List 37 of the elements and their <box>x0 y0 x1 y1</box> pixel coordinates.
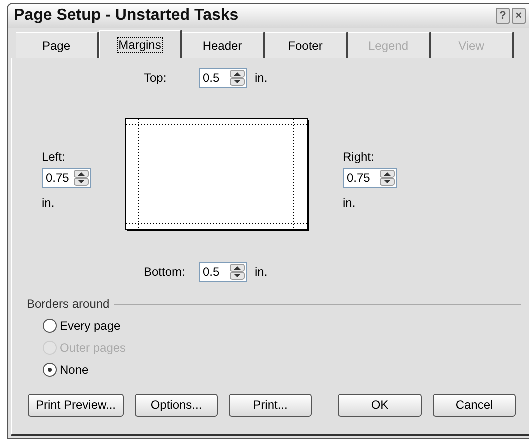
close-button[interactable]: × <box>512 8 526 24</box>
spin-arrows-icon[interactable] <box>230 264 245 280</box>
dialog-button[interactable]: Print Preview... <box>28 394 124 416</box>
radio-button[interactable] <box>43 363 57 377</box>
unit-label: in. <box>255 264 268 281</box>
field-value: 0.75 <box>45 170 70 187</box>
spin-field[interactable]: 0.75 <box>343 168 397 188</box>
field-value: 0.5 <box>202 70 221 87</box>
spin-field[interactable]: 0.5 <box>199 68 247 88</box>
unit-label: in. <box>343 195 357 212</box>
radio-label: Every page <box>60 318 121 335</box>
dialog-button[interactable]: Cancel <box>433 394 516 416</box>
field-label: Right: <box>343 149 376 166</box>
field-label: Top: <box>144 70 168 87</box>
tab[interactable]: Header <box>182 32 265 58</box>
tab[interactable]: Margins <box>99 30 182 58</box>
help-button[interactable]: ? <box>496 8 510 24</box>
spin-arrows-icon[interactable] <box>74 170 89 186</box>
field-label: Left: <box>42 149 66 166</box>
dialog-button[interactable]: OK <box>338 394 422 416</box>
spin-arrows-icon[interactable] <box>380 170 395 186</box>
radio-label: None <box>60 362 89 379</box>
field-label: Bottom: <box>144 264 186 281</box>
field-value: 0.5 <box>202 264 221 281</box>
dialog-button[interactable]: Options... <box>135 394 218 416</box>
field-value: 0.75 <box>346 170 372 187</box>
unit-label: in. <box>42 195 56 212</box>
spin-field[interactable]: 0.75 <box>42 168 91 188</box>
dialog-button[interactable]: Print... <box>229 394 312 416</box>
tab[interactable]: Footer <box>265 32 348 58</box>
unit-label: in. <box>255 70 268 87</box>
radio-button[interactable] <box>43 319 57 333</box>
spin-arrows-icon[interactable] <box>230 70 245 86</box>
tab[interactable]: Page <box>16 32 99 58</box>
spin-field[interactable]: 0.5 <box>199 262 247 282</box>
group-title: Borders around <box>27 296 110 313</box>
window-title: Page Setup - Unstarted Tasks <box>14 6 239 26</box>
